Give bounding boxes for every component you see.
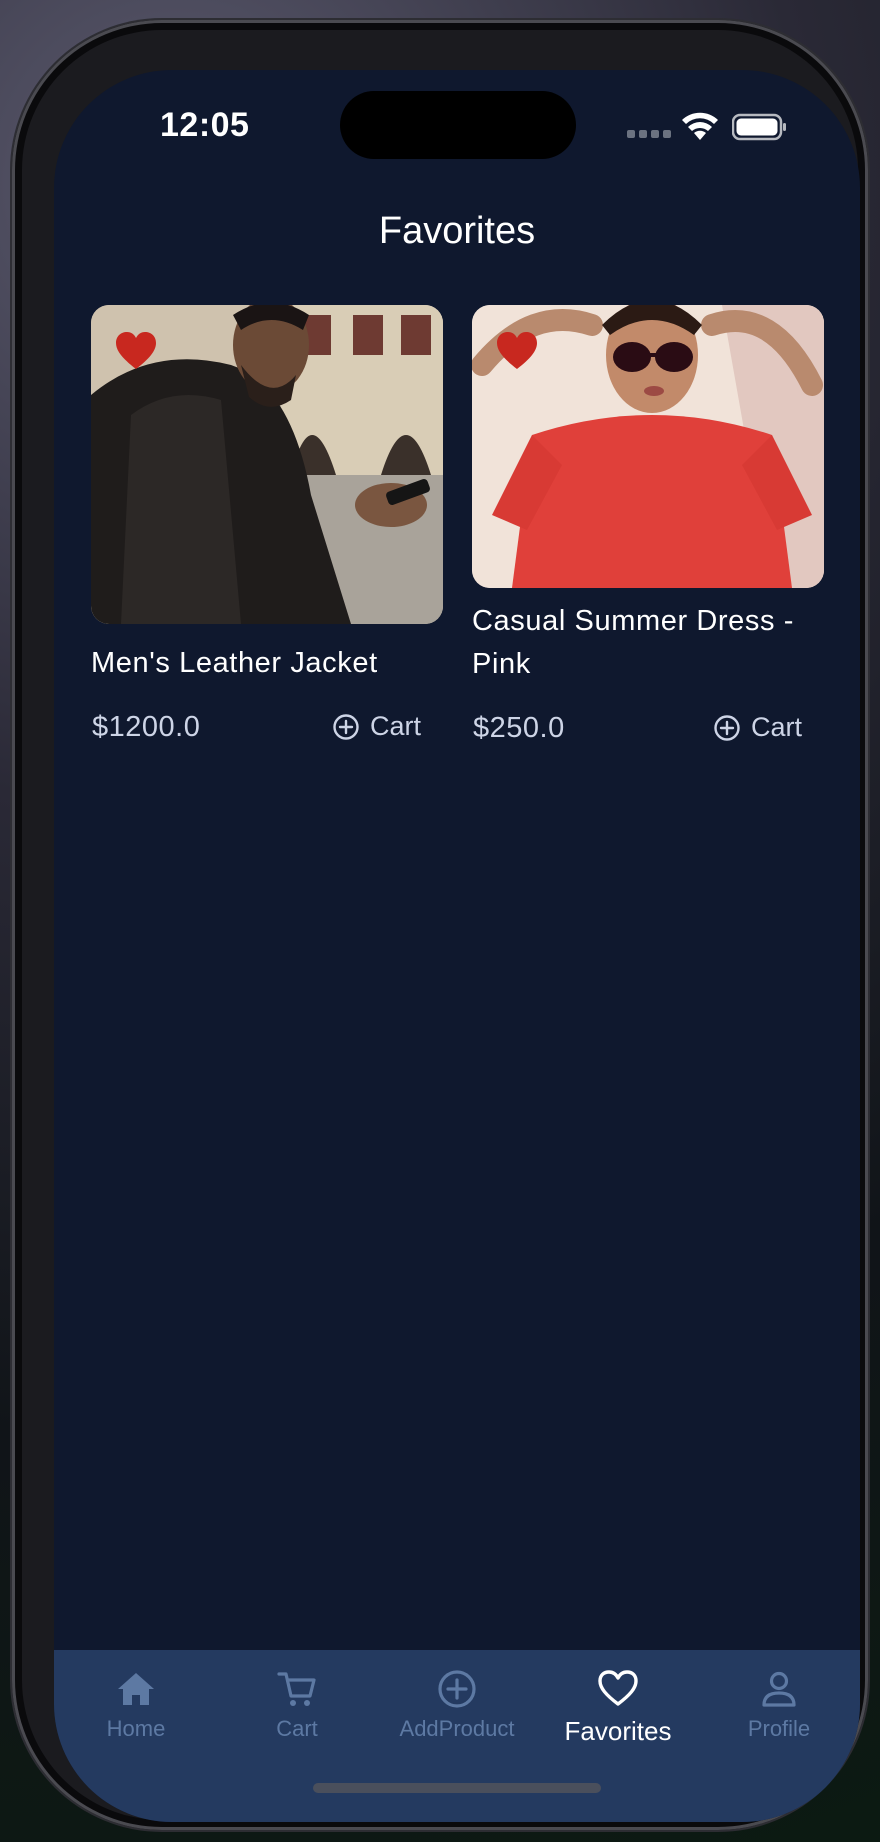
home-icon: [118, 1673, 154, 1705]
tab-label: AddProduct: [399, 1716, 515, 1741]
product-image[interactable]: [472, 305, 824, 588]
tab-label: Favorites: [564, 1716, 672, 1746]
product-price: $1200.0: [92, 711, 201, 743]
product-image[interactable]: [91, 305, 443, 624]
product-name: Men's Leather Jacket: [91, 647, 378, 679]
dynamic-island: [340, 91, 576, 159]
cellular-signal-icon: [627, 130, 671, 138]
plus-circle-icon: [714, 714, 740, 741]
tab-label: Profile: [747, 1716, 811, 1741]
plus-circle-icon: [438, 1670, 476, 1708]
add-to-cart-button[interactable]: Cart: [332, 711, 421, 742]
status-time: 12:05: [160, 106, 250, 144]
heart-outline-icon: [598, 1670, 638, 1706]
favorite-heart-icon[interactable]: [115, 331, 157, 371]
tab-label: Home: [106, 1716, 166, 1741]
tab-profile[interactable]: Profile: [699, 1668, 859, 1742]
product-footer: $1200.0 Cart: [91, 707, 443, 751]
home-indicator[interactable]: [313, 1783, 601, 1793]
product-name: Casual Summer Dress - Pink: [472, 605, 794, 680]
page-title: Favorites: [378, 210, 536, 252]
person-icon: [762, 1671, 796, 1707]
bottom-tab-bar: Home Cart AddProduct Favorites Profile: [54, 1650, 860, 1822]
app-screen: 12:05 Favorites Men's Leather Jacket $12…: [54, 70, 860, 1822]
cart-icon: [277, 1672, 316, 1706]
product-footer: $250.0 Cart: [472, 708, 824, 752]
tab-label: Cart: [276, 1716, 318, 1741]
battery-icon: [732, 113, 786, 141]
wifi-icon: [682, 112, 718, 140]
product-card[interactable]: Casual Summer Dress - Pink $250.0 Cart: [472, 305, 824, 752]
tab-cart[interactable]: Cart: [217, 1668, 377, 1742]
product-card[interactable]: Men's Leather Jacket $1200.0 Cart: [91, 305, 443, 751]
add-to-cart-label: Cart: [369, 711, 421, 741]
add-to-cart-label: Cart: [750, 712, 802, 742]
product-price: $250.0: [473, 712, 565, 744]
phone-frame: 12:05 Favorites Men's Leather Jacket $12…: [12, 20, 868, 1830]
favorite-heart-icon[interactable]: [496, 331, 538, 371]
add-to-cart-button[interactable]: Cart: [713, 712, 802, 743]
tab-favorites[interactable]: Favorites: [538, 1668, 698, 1747]
tab-addproduct[interactable]: AddProduct: [377, 1668, 537, 1742]
plus-circle-icon: [333, 713, 359, 740]
tab-home[interactable]: Home: [56, 1668, 216, 1742]
